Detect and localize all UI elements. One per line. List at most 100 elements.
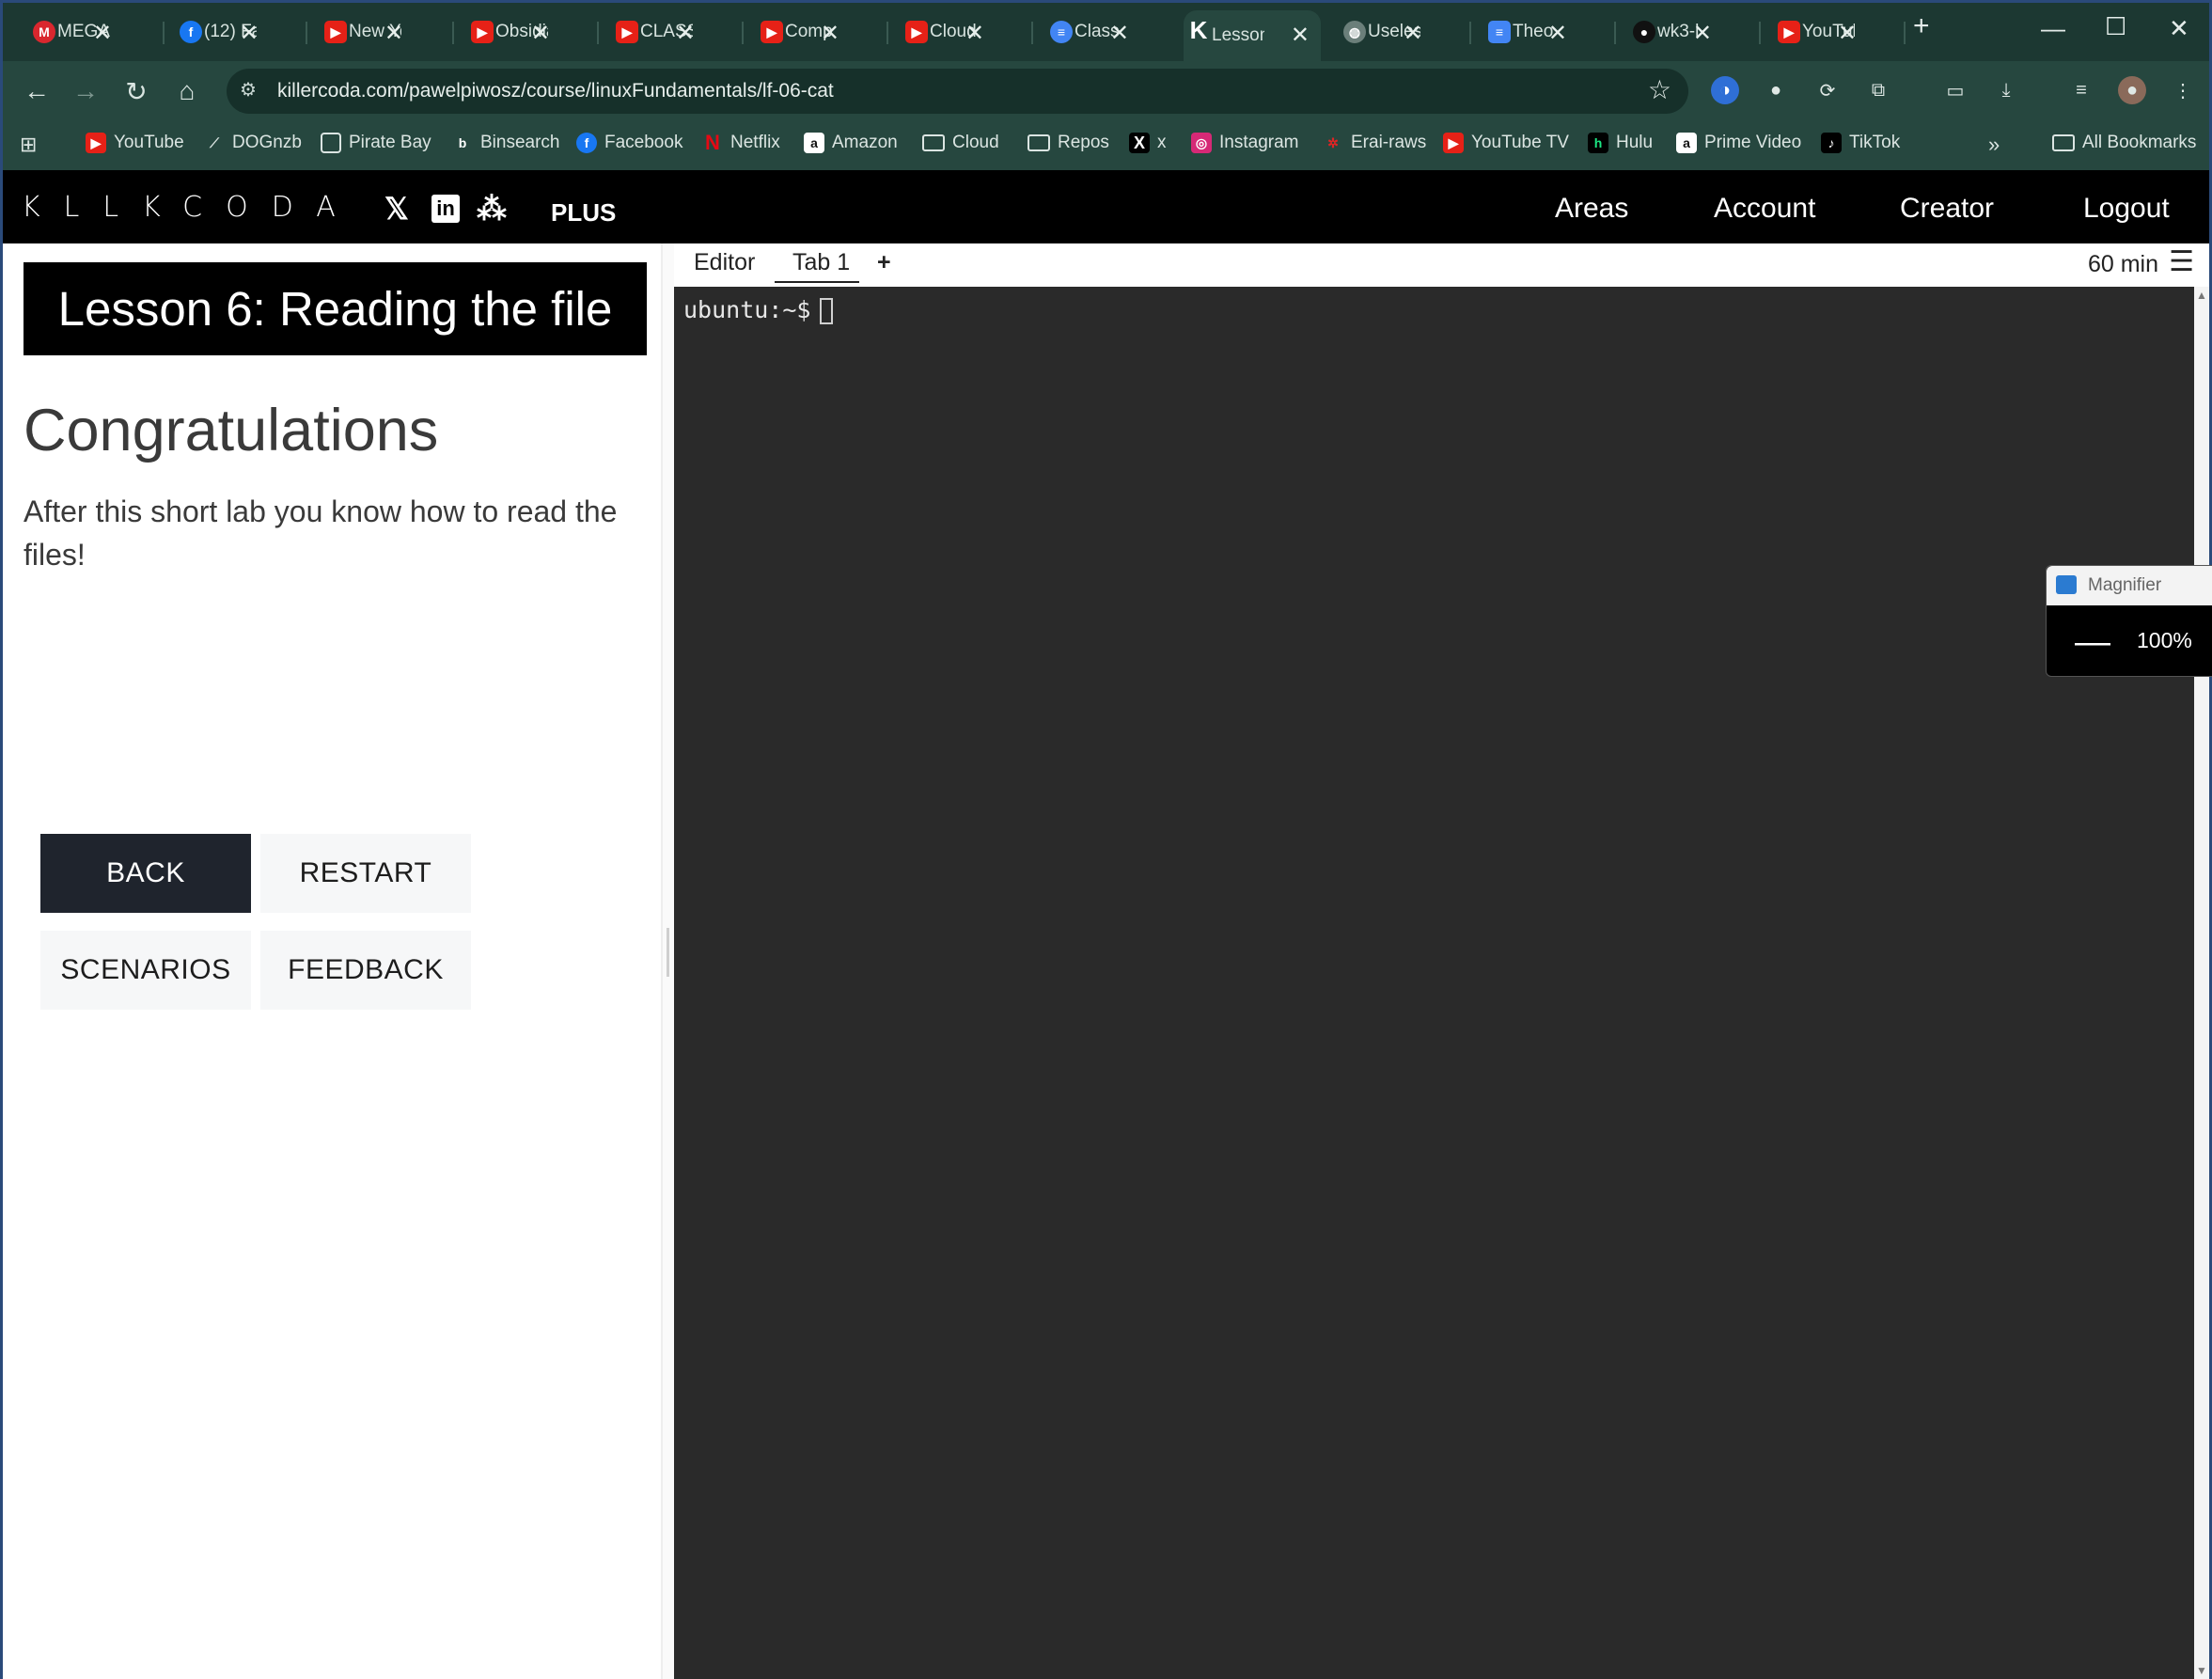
- tab-useless[interactable]: ◍ Useless ✕: [1340, 12, 1422, 52]
- nav-logout[interactable]: Logout: [2083, 193, 2170, 225]
- zoom-out-button[interactable]: —: [2075, 622, 2110, 663]
- home-icon[interactable]: ⌂: [170, 74, 204, 108]
- close-icon[interactable]: ✕: [821, 20, 839, 47]
- nav-creator[interactable]: Creator: [1900, 193, 1994, 225]
- linkedin-icon[interactable]: in: [431, 195, 460, 223]
- maximize-button[interactable]: ☐: [2105, 12, 2126, 41]
- close-icon[interactable]: ✕: [93, 20, 112, 47]
- terminal-prompt: ubuntu:~$: [683, 296, 834, 324]
- browser-toolbar: ← → ↻ ⌂ ⚙ killercoda.com/pawelpiwosz/cou…: [3, 61, 2209, 121]
- download-icon[interactable]: ⤓: [1992, 76, 2020, 104]
- tab-theo[interactable]: ≡ Theo ✕: [1484, 12, 1567, 52]
- restart-button[interactable]: RESTART: [260, 834, 471, 913]
- tab-class[interactable]: ≡ Class ✕: [1046, 12, 1129, 52]
- extension-icon[interactable]: ◑: [1711, 76, 1739, 104]
- tab-github[interactable]: ● wk3-l ✕: [1629, 12, 1712, 52]
- close-icon[interactable]: ✕: [1548, 20, 1567, 47]
- menu-kebab-icon[interactable]: ⋮: [2169, 76, 2197, 104]
- close-icon[interactable]: ✕: [531, 20, 550, 47]
- hamburger-menu-icon[interactable]: ☰: [2169, 245, 2194, 278]
- bookmark-facebook[interactable]: f Facebook: [576, 133, 682, 153]
- apps-grid-icon[interactable]: ⊞: [20, 133, 37, 157]
- close-icon[interactable]: ✕: [1838, 20, 1857, 47]
- extension-icon[interactable]: ●: [1762, 76, 1790, 104]
- all-bookmarks-folder[interactable]: All Bookmarks: [2052, 133, 2196, 153]
- close-icon[interactable]: ✕: [240, 20, 259, 47]
- add-tab-button[interactable]: +: [877, 249, 891, 276]
- close-icon[interactable]: ✕: [384, 20, 403, 47]
- bookmark-star-icon[interactable]: ☆: [1648, 74, 1671, 105]
- bookmark-youtube-tv[interactable]: ▶ YouTube TV: [1443, 133, 1569, 153]
- bookmarks-overflow-button[interactable]: »: [1988, 133, 2000, 157]
- close-icon[interactable]: ✕: [965, 20, 984, 47]
- reload-icon[interactable]: ↻: [119, 74, 153, 108]
- bookmark-label: All Bookmarks: [2082, 133, 2197, 152]
- bookmark-folder-cloud[interactable]: Cloud: [922, 133, 999, 153]
- feedback-button[interactable]: FEEDBACK: [260, 931, 471, 1010]
- resize-grip[interactable]: [667, 928, 669, 977]
- extensions-puzzle-icon[interactable]: ⧉: [1864, 76, 1892, 104]
- x-twitter-icon[interactable]: 𝕏: [384, 191, 409, 227]
- killercoda-logo[interactable]: KLLKCODA: [22, 191, 359, 224]
- bookmark-folder-repos[interactable]: Repos: [1028, 133, 1109, 153]
- close-icon[interactable]: ✕: [676, 20, 695, 47]
- tab-comp[interactable]: ▶ Comp ✕: [757, 12, 839, 52]
- tab-lesson-active[interactable]: K Lesson ✕: [1184, 10, 1321, 61]
- scroll-down-icon[interactable]: ▼: [2196, 1664, 2207, 1677]
- window-close-button[interactable]: ✕: [2169, 14, 2189, 43]
- nav-account[interactable]: Account: [1714, 193, 1815, 225]
- tab-class-youtube[interactable]: ▶ CLASS ✕: [612, 12, 695, 52]
- back-button[interactable]: BACK: [40, 834, 251, 913]
- close-icon[interactable]: ✕: [1693, 20, 1712, 47]
- bookmark-prime-video[interactable]: a Prime Video: [1676, 133, 1801, 153]
- tab-new-youtube[interactable]: ▶ New YouTube ✕: [321, 12, 403, 52]
- tab-editor[interactable]: Editor: [694, 249, 755, 276]
- pane-resize-handle[interactable]: [661, 243, 674, 1679]
- media-control-icon[interactable]: ≡: [2067, 76, 2095, 104]
- nav-areas[interactable]: Areas: [1555, 193, 1628, 225]
- magnifier-window[interactable]: Magnifier — 100%: [2046, 565, 2212, 677]
- tab-cloud[interactable]: ▶ Cloud ✕: [902, 12, 984, 52]
- sync-icon[interactable]: ⟳: [1813, 76, 1842, 104]
- scenarios-button[interactable]: SCENARIOS: [40, 931, 251, 1010]
- url-text[interactable]: killercoda.com/pawelpiwosz/course/linuxF…: [277, 80, 834, 102]
- magnifier-titlebar[interactable]: Magnifier: [2047, 566, 2212, 605]
- tab-terminal-1[interactable]: Tab 1: [792, 249, 850, 276]
- bookmark-binsearch[interactable]: b Binsearch: [452, 133, 560, 153]
- bookmark-tiktok[interactable]: ♪ TikTok: [1821, 133, 1900, 153]
- new-tab-button[interactable]: +: [1913, 10, 1930, 42]
- zoom-level: 100%: [2137, 628, 2192, 652]
- minimize-button[interactable]: —: [2041, 14, 2065, 43]
- bookmark-erai-raws[interactable]: ✲ Erai-raws: [1323, 133, 1426, 153]
- bookmark-instagram[interactable]: ◎ Instagram: [1191, 133, 1298, 153]
- bookmark-x[interactable]: Xx: [1129, 133, 1167, 153]
- tab-facebook[interactable]: f (12) Facebook ✕: [176, 12, 259, 52]
- tab-separator: [163, 22, 165, 44]
- forward-arrow-icon[interactable]: →: [69, 74, 102, 108]
- terminal-scrollbar[interactable]: ▲ ▼: [2194, 287, 2209, 1679]
- cast-search-icon[interactable]: ▭: [1941, 76, 1969, 104]
- close-icon[interactable]: ✕: [1404, 20, 1422, 47]
- bookmark-netflix[interactable]: N Netflix: [702, 131, 780, 154]
- plus-link[interactable]: PLUS: [551, 198, 616, 228]
- address-bar[interactable]: ⚙ killercoda.com/pawelpiwosz/course/linu…: [227, 69, 1688, 114]
- bookmark-label: Erai-raws: [1351, 133, 1427, 152]
- tab-obsidian[interactable]: ▶ Obsidian ✕: [467, 12, 550, 52]
- slack-icon[interactable]: ⁂: [477, 191, 507, 227]
- close-icon[interactable]: ✕: [1110, 20, 1129, 47]
- site-info-icon[interactable]: ⚙: [240, 78, 266, 104]
- binsearch-icon: b: [458, 135, 467, 150]
- bookmark-dognzb[interactable]: ⟋ DOGnzb: [204, 133, 302, 153]
- tab-youtube[interactable]: ▶ YouTube ✕: [1774, 12, 1857, 52]
- terminal-screen[interactable]: ubuntu:~$: [674, 287, 2194, 1677]
- tab-separator: [1469, 22, 1471, 44]
- bookmark-amazon[interactable]: a Amazon: [804, 133, 898, 153]
- bookmark-youtube[interactable]: ▶ YouTube: [86, 133, 184, 153]
- back-arrow-icon[interactable]: ←: [20, 74, 54, 108]
- profile-avatar[interactable]: ●: [2118, 76, 2146, 104]
- scroll-up-icon[interactable]: ▲: [2196, 289, 2207, 302]
- tab-mega[interactable]: M MEGA ✕: [29, 12, 112, 52]
- bookmark-hulu[interactable]: h Hulu: [1588, 133, 1653, 153]
- bookmark-pirate-bay[interactable]: Pirate Bay: [321, 133, 431, 153]
- close-icon[interactable]: ✕: [1291, 22, 1310, 49]
